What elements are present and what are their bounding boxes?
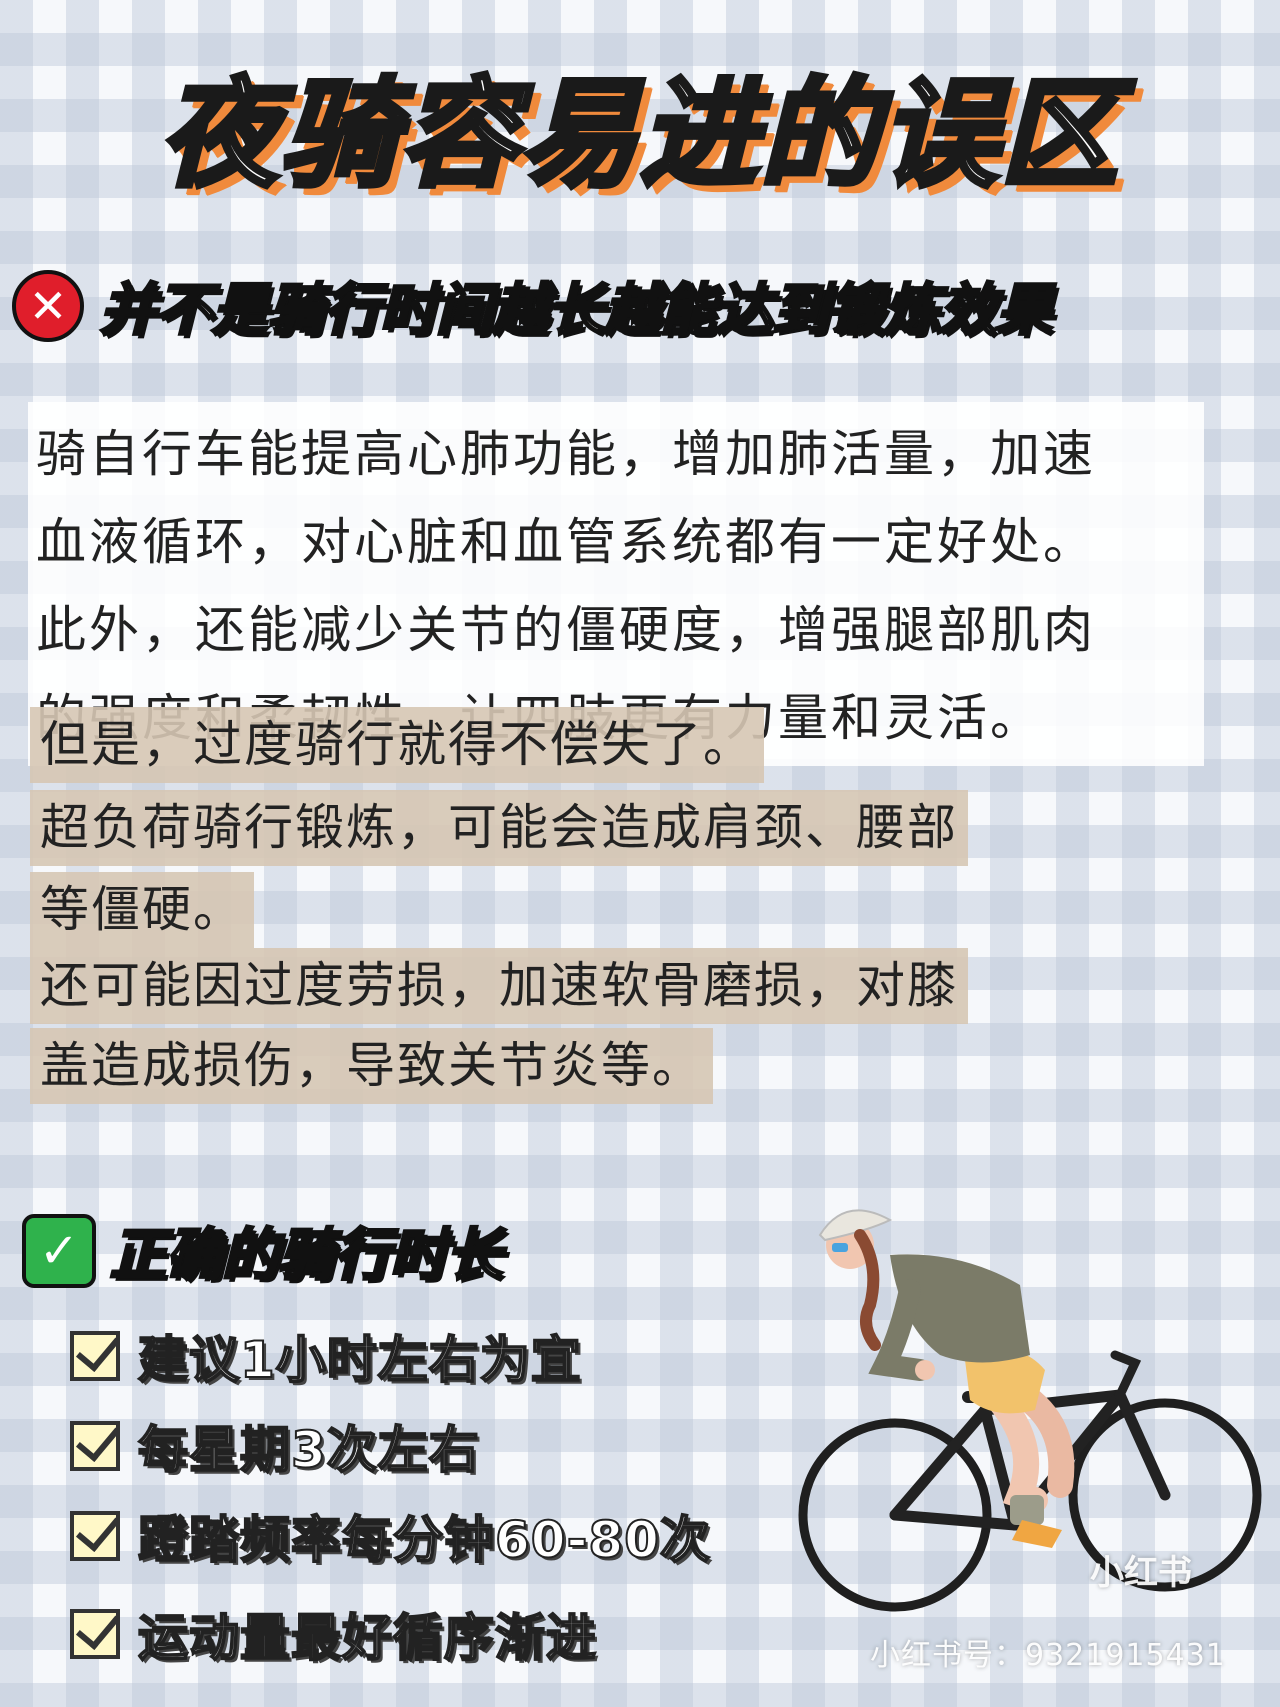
highlight-line: 但是，过度骑行就得不偿失了。	[30, 707, 765, 783]
cyclist-illustration	[798, 1209, 1262, 1612]
wrong-heading-text: 并不是骑行时间越长越能达到锻炼效果	[99, 277, 1054, 345]
green-check-icon: ✓	[22, 1213, 96, 1288]
intro-line: 血液循环，对心脏和血管系统都有一定好处。	[36, 513, 1096, 571]
intro-line: 骑自行车能提高心肺功能，增加肺活量，加速	[36, 425, 1096, 483]
tip-text: 每星期3次左右	[137, 1420, 480, 1480]
page-title: 夜骑容易进的误区	[157, 63, 1120, 206]
tip-item: 建议1小时左右为宜	[70, 1320, 582, 1392]
highlight-line: 盖造成损伤，导致关节炎等。	[30, 1028, 714, 1104]
watermark-id: 小红书号：9321915431	[870, 1638, 1226, 1673]
tip-text: 蹬踏频率每分钟60-80次	[137, 1510, 711, 1570]
highlight-line: 还可能因过度劳损，加速软骨磨损，对膝	[30, 948, 969, 1024]
checkbox-icon	[70, 1511, 120, 1561]
checkbox-icon	[70, 1609, 120, 1659]
wrong-section-heading: ✕ 并不是骑行时间越长越能达到锻炼效果	[12, 265, 1054, 346]
tip-item: 蹬踏频率每分钟60-80次	[70, 1500, 711, 1572]
tip-item: 运动量最好循序渐进	[70, 1598, 597, 1670]
right-heading-text: 正确的骑行时长	[109, 1222, 504, 1290]
checkbox-icon	[70, 1331, 120, 1381]
tip-text: 建议1小时左右为宜	[137, 1330, 582, 1390]
right-section-heading: ✓ 正确的骑行时长	[22, 1210, 504, 1291]
highlight-line: 等僵硬。	[30, 872, 255, 948]
tip-item: 每星期3次左右	[70, 1410, 480, 1482]
checkbox-icon	[70, 1421, 120, 1471]
intro-line: 此外，还能减少关节的僵硬度，增强腿部肌肉	[36, 601, 1096, 659]
watermark-logo: 小红书	[1090, 1553, 1192, 1593]
red-x-icon: ✕	[12, 269, 84, 342]
tip-text: 运动量最好循序渐进	[137, 1608, 597, 1668]
highlight-line: 超负荷骑行锻炼，可能会造成肩颈、腰部	[30, 790, 969, 866]
